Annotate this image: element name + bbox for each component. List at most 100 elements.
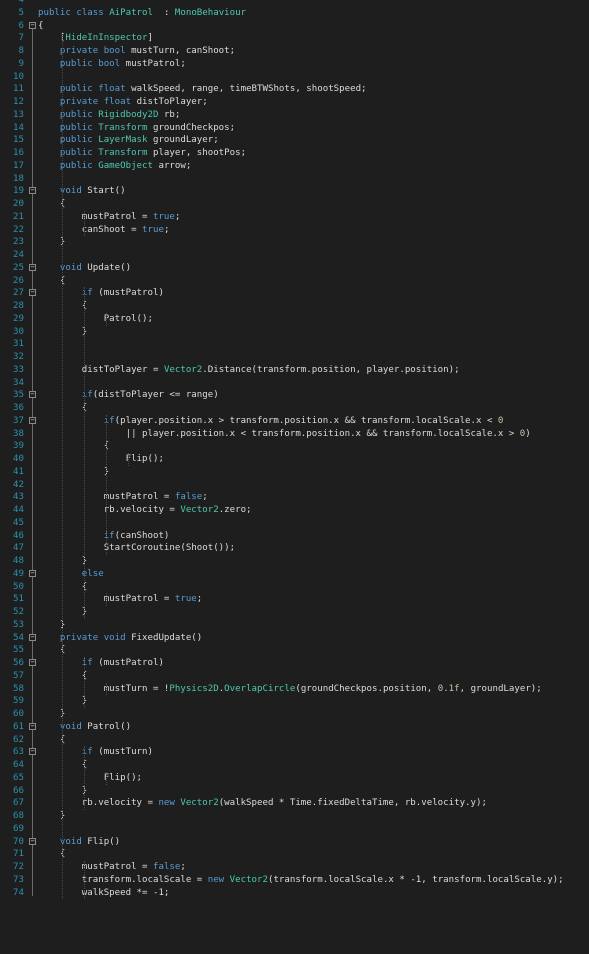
collapse-toggle-icon[interactable]: − [29, 659, 36, 666]
code-line[interactable]: 37− if(player.position.x > transform.pos… [0, 415, 589, 428]
code-line[interactable]: 32 [0, 351, 589, 364]
code-line[interactable]: 12 private float distToPlayer; [0, 96, 589, 109]
code-line[interactable]: 13 public Rigidbody2D rb; [0, 109, 589, 122]
code-line[interactable]: 27− if (mustPatrol) [0, 287, 589, 300]
code-line[interactable]: 56− if (mustPatrol) [0, 657, 589, 670]
collapse-toggle-icon[interactable]: − [29, 263, 36, 271]
code-line[interactable]: 8 private bool mustTurn, canShoot; [0, 45, 589, 58]
code-line[interactable]: 53 } [0, 619, 589, 632]
code-token: if [38, 747, 99, 758]
code-token: float [98, 84, 132, 95]
code-line[interactable]: 62 { [0, 734, 589, 747]
code-line[interactable]: 64 { [0, 759, 589, 772]
code-token: Start() [87, 186, 126, 197]
code-line[interactable]: 28 { [0, 300, 589, 313]
code-editor[interactable]: 4 5 public class AiPatrol : MonoBehaviour 6… [0, 0, 589, 954]
code-line[interactable]: 4 [0, 0, 589, 7]
code-line[interactable]: 70− void Flip() [0, 836, 589, 849]
collapse-toggle-icon[interactable]: − [29, 187, 36, 195]
code-line[interactable]: 44 rb.velocity = Vector2.zero; [0, 504, 589, 517]
code-line[interactable]: 55 { [0, 644, 589, 657]
code-line[interactable]: 51 mustPatrol = true; [0, 593, 589, 606]
code-line[interactable]: 17 public GameObject arrow; [0, 160, 589, 173]
collapse-toggle-icon[interactable]: − [29, 748, 36, 756]
code-line[interactable]: 45 [0, 517, 589, 530]
collapse-toggle-icon[interactable]: − [29, 837, 36, 845]
code-line[interactable]: 42 [0, 479, 589, 492]
code-line[interactable]: 67 rb.velocity = new Vector2(walkSpeed *… [0, 797, 589, 810]
code-line[interactable]: 22 canShoot = true; [0, 224, 589, 237]
code-line[interactable]: 19− void Start() [0, 185, 589, 198]
code-line[interactable]: 11 public float walkSpeed, range, timeBT… [0, 83, 589, 96]
code-line[interactable]: 63− if (mustTurn) [0, 746, 589, 759]
code-line[interactable]: 16 public Transform player, shootPos; [0, 147, 589, 160]
collapse-toggle-icon[interactable]: − [29, 633, 36, 641]
collapse-toggle-icon[interactable]: − [29, 416, 36, 424]
code-line[interactable]: 43 mustPatrol = false; [0, 491, 589, 504]
code-line[interactable]: 58 mustTurn = !Physics2D.OverlapCircle(g… [0, 683, 589, 696]
code-line[interactable]: 71 { [0, 848, 589, 861]
code-line[interactable]: 40 Flip(); [0, 453, 589, 466]
code-line[interactable]: 10 [0, 71, 589, 84]
code-token: : [153, 7, 175, 18]
code-line[interactable]: 48 } [0, 555, 589, 568]
code-token: true [142, 224, 164, 235]
collapse-toggle-icon[interactable]: − [29, 391, 36, 399]
code-line[interactable]: 52 } [0, 606, 589, 619]
code-text: void Update() [38, 262, 131, 275]
code-line[interactable]: 39 { [0, 440, 589, 453]
code-token: Flip() [87, 836, 121, 847]
code-line[interactable]: 68 } [0, 810, 589, 823]
code-line[interactable]: 66 } [0, 785, 589, 798]
code-token: private [38, 97, 104, 107]
code-token: AiPatrol [109, 7, 153, 18]
code-line[interactable]: 65 Flip(); [0, 772, 589, 785]
code-line[interactable]: 74 walkSpeed *= -1; [0, 887, 589, 900]
code-line[interactable]: 26 { [0, 275, 589, 288]
code-line[interactable]: 61− void Patrol() [0, 721, 589, 734]
code-line[interactable]: 31 [0, 338, 589, 351]
collapse-toggle-icon[interactable]: − [29, 21, 36, 29]
code-line[interactable]: 54− private void FixedUpdate() [0, 632, 589, 645]
code-line[interactable]: 49− else [0, 568, 589, 581]
code-line[interactable]: 6−{ [0, 20, 589, 33]
code-line[interactable]: 50 { [0, 581, 589, 594]
code-line[interactable]: 15 public LayerMask groundLayer; [0, 134, 589, 147]
code-line[interactable]: 30 } [0, 326, 589, 339]
code-line[interactable]: 5 public class AiPatrol : MonoBehaviour [0, 7, 589, 20]
code-line[interactable]: 59 } [0, 695, 589, 708]
code-line[interactable]: 34 [0, 377, 589, 390]
code-line[interactable]: 46 if(canShoot) [0, 530, 589, 543]
code-text: } [38, 466, 110, 479]
code-line[interactable]: 23 } [0, 236, 589, 249]
code-line[interactable]: 9 public bool mustPatrol; [0, 58, 589, 71]
collapse-toggle-icon[interactable]: − [29, 569, 36, 577]
code-line[interactable]: 24 [0, 249, 589, 262]
code-line[interactable]: 73 transform.localScale = new Vector2(tr… [0, 874, 589, 887]
code-line[interactable]: 47 StartCoroutine(Shoot()); [0, 542, 589, 555]
code-line[interactable]: 69 [0, 823, 589, 836]
code-line[interactable]: 29 Patrol(); [0, 313, 589, 326]
collapse-toggle-icon[interactable]: − [29, 289, 36, 297]
code-line[interactable]: 18 [0, 173, 589, 186]
code-text: || player.position.x < transform.positio… [38, 428, 531, 441]
code-line[interactable]: 41 } [0, 466, 589, 479]
code-line[interactable]: 72 mustPatrol = false; [0, 861, 589, 874]
code-token: (transform.localScale.x * -1, transform.… [267, 874, 564, 885]
code-text: public Transform groundCheckpos; [38, 122, 235, 135]
collapse-toggle-icon[interactable]: − [29, 722, 36, 730]
code-line[interactable]: 38 || player.position.x < transform.posi… [0, 428, 589, 441]
code-line[interactable]: 36 { [0, 402, 589, 415]
code-token: Vector2 [180, 505, 219, 515]
code-line[interactable]: 14 public Transform groundCheckpos; [0, 122, 589, 135]
code-token: , groundLayer); [459, 683, 542, 694]
code-line[interactable]: 21 mustPatrol = true; [0, 211, 589, 224]
code-line[interactable]: 20 { [0, 198, 589, 211]
code-line[interactable]: 25− void Update() [0, 262, 589, 275]
code-line[interactable]: 60 } [0, 708, 589, 721]
code-token: 0 [497, 415, 504, 426]
code-line[interactable]: 7 [HideInInspector] [0, 32, 589, 45]
code-line[interactable]: 33 distToPlayer = Vector2.Distance(trans… [0, 364, 589, 377]
code-line[interactable]: 57 { [0, 670, 589, 683]
code-line[interactable]: 35− if(distToPlayer <= range) [0, 389, 589, 402]
